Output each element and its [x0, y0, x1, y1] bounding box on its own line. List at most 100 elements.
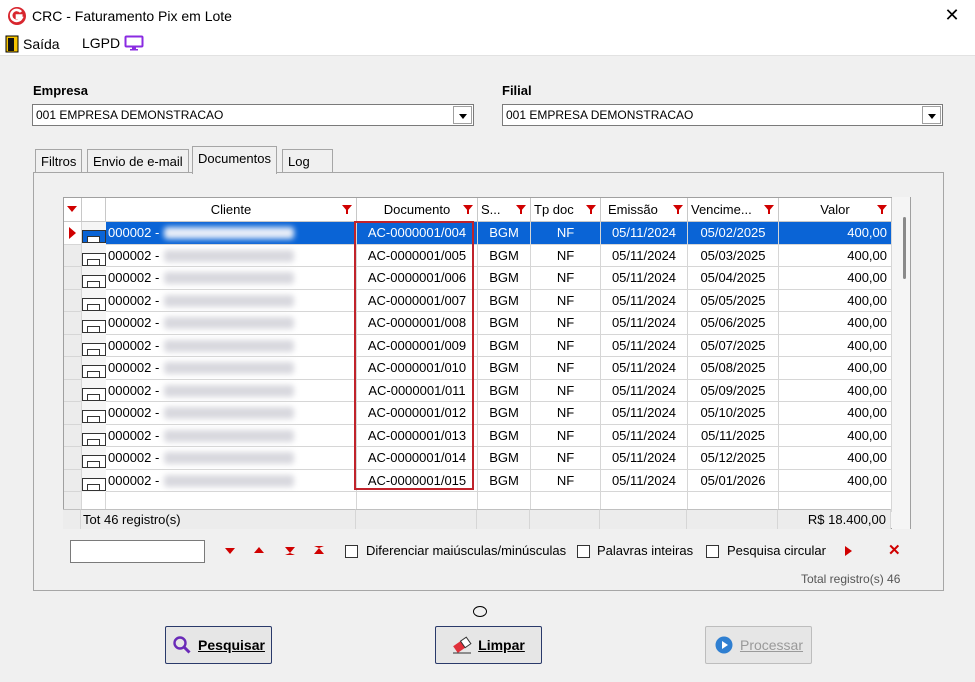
palavras-checkbox[interactable]: [577, 545, 590, 558]
table-row[interactable]: 000002 - AC-0000001/009 BGM NF 05/11/2024 05/…: [64, 334, 910, 357]
column-header-emissao[interactable]: Emissão: [601, 198, 688, 222]
row-indicator: [64, 402, 82, 425]
tab-envio-email[interactable]: Envio de e-mail: [87, 149, 189, 173]
limpar-button[interactable]: Limpar: [435, 626, 542, 664]
row-indicator: [64, 244, 82, 267]
filial-select[interactable]: 001 EMPRESA DEMONSTRACAO: [502, 104, 943, 126]
table-row[interactable]: 000002 - AC-0000001/004 BGM NF 05/11/2024 05/…: [64, 222, 910, 245]
table-row[interactable]: 000002 - AC-0000001/010 BGM NF 05/11/2024 05/…: [64, 357, 910, 380]
grid-indicator-header[interactable]: [64, 198, 82, 222]
row-checkbox[interactable]: [87, 236, 100, 242]
filter-icon[interactable]: [516, 205, 526, 214]
redacted-client-name: [164, 294, 294, 307]
cell-documento: AC-0000001/014: [357, 447, 478, 470]
row-checkbox[interactable]: [87, 461, 100, 467]
table-row[interactable]: 000002 - AC-0000001/008 BGM NF 05/11/2024 05/…: [64, 312, 910, 335]
table-row[interactable]: 000002 - AC-0000001/014 BGM NF 05/11/2024 05/…: [64, 447, 910, 470]
redacted-client-name: [164, 452, 294, 464]
table-row[interactable]: 000002 - AC-0000001/012 BGM NF 05/11/2024 05/…: [64, 402, 910, 425]
cell-tp: NF: [531, 379, 601, 402]
redacted-client-name: [164, 362, 294, 374]
cell-emissao: 05/11/2024: [601, 447, 688, 470]
cell-venc: 05/06/2025: [688, 312, 779, 335]
cell-text: 05/06/2025: [700, 315, 766, 330]
grid-scrollbar[interactable]: [892, 197, 910, 529]
empresa-select[interactable]: 001 EMPRESA DEMONSTRACAO: [32, 104, 474, 126]
row-checkbox[interactable]: [87, 438, 100, 445]
cell-text: 05/11/2024: [611, 315, 677, 330]
cell-text: 05/11/2024: [611, 292, 677, 308]
row-checkbox[interactable]: [87, 281, 100, 287]
cell-text: 05/11/2024: [611, 337, 677, 353]
table-row[interactable]: 000002 - AC-0000001/015 BGM NF 05/11/2024 05/…: [64, 469, 910, 492]
column-label: Cliente: [210, 202, 252, 217]
loading-indicator-icon: [473, 606, 487, 617]
column-header-tp-doc[interactable]: Tp doc: [531, 198, 601, 222]
row-checkbox[interactable]: [87, 483, 100, 490]
documents-grid: Cliente Documento S... Tp doc Emissão Ve…: [63, 197, 911, 529]
table-row[interactable]: 000002 - AC-0000001/011 BGM NF 05/11/2024 05/…: [64, 379, 910, 402]
tab-log[interactable]: Log: [282, 149, 333, 173]
row-checkbox[interactable]: [87, 326, 100, 332]
row-checkbox[interactable]: [87, 393, 100, 400]
cell-documento: AC-0000001/015: [357, 469, 478, 492]
redacted-client-name: [164, 339, 294, 352]
column-header-valor[interactable]: Valor: [779, 198, 892, 222]
table-row[interactable]: 000002 - AC-0000001/006 BGM NF 05/11/2024 05/…: [64, 267, 910, 290]
pesquisar-button[interactable]: Pesquisar: [165, 626, 272, 664]
row-checkbox[interactable]: [87, 416, 100, 422]
filter-icon[interactable]: [463, 205, 473, 214]
grid-checkbox-header[interactable]: [82, 198, 106, 222]
circular-checkbox[interactable]: [706, 545, 719, 558]
cell-venc: 05/09/2025: [688, 379, 779, 402]
footer-cell: [477, 509, 530, 529]
menu-item-lgpd[interactable]: LGPD: [82, 35, 144, 51]
cell-text: 000002 -: [108, 472, 160, 488]
column-header-vencimento[interactable]: Vencime...: [688, 198, 779, 222]
cell-text: 000002 -: [108, 360, 160, 375]
row-checkbox[interactable]: [87, 303, 100, 310]
app-logo-icon: [8, 7, 26, 25]
row-checkbox-cell: [82, 297, 106, 311]
column-header-s[interactable]: S...: [478, 198, 531, 222]
column-header-documento[interactable]: Documento: [357, 198, 478, 222]
row-indicator: [64, 357, 82, 380]
find-last-icon[interactable]: [285, 547, 295, 555]
play-search-icon[interactable]: [845, 546, 852, 556]
tab-documentos[interactable]: Documentos: [192, 146, 277, 174]
table-row[interactable]: 000002 - AC-0000001/013 BGM NF 05/11/2024 05/…: [64, 424, 910, 447]
search-input[interactable]: [70, 540, 205, 563]
chevron-down-icon[interactable]: [453, 106, 472, 124]
cell-text: AC-0000001/008: [367, 315, 467, 330]
processar-button[interactable]: Processar: [705, 626, 812, 664]
find-previous-icon[interactable]: [254, 547, 264, 553]
row-checkbox[interactable]: [87, 371, 100, 377]
scrollbar-thumb[interactable]: [903, 217, 906, 279]
close-button[interactable]: ✕: [937, 4, 967, 28]
chevron-down-icon[interactable]: [922, 106, 941, 124]
filter-icon[interactable]: [586, 205, 596, 214]
filter-menu-icon[interactable]: [67, 206, 77, 212]
table-row[interactable]: 000002 - AC-0000001/007 BGM NF 05/11/2024 05/…: [64, 289, 910, 312]
redacted-client-name: [164, 429, 294, 442]
filter-icon[interactable]: [877, 205, 887, 214]
tab-filtros[interactable]: Filtros: [35, 149, 83, 173]
row-checkbox[interactable]: [87, 258, 100, 265]
redacted-client-name: [164, 407, 294, 419]
cell-valor: 400,00: [779, 244, 892, 267]
empresa-label: Empresa: [33, 83, 88, 98]
cell-text: 000002 -: [108, 405, 160, 420]
filter-icon[interactable]: [342, 205, 352, 214]
row-checkbox[interactable]: [87, 348, 100, 355]
cell-documento: AC-0000001/005: [357, 244, 478, 267]
table-row[interactable]: 000002 - AC-0000001/005 BGM NF 05/11/2024 05/…: [64, 244, 910, 267]
diferenciar-checkbox[interactable]: [345, 545, 358, 558]
filter-icon[interactable]: [764, 205, 774, 214]
cell-text: NF: [556, 270, 575, 285]
find-first-icon[interactable]: [314, 546, 324, 554]
menu-item-saida[interactable]: Saída: [5, 35, 60, 53]
clear-search-icon[interactable]: ✕: [888, 541, 901, 559]
find-next-icon[interactable]: [225, 548, 235, 554]
filter-icon[interactable]: [673, 205, 683, 214]
column-header-cliente[interactable]: Cliente: [106, 198, 357, 222]
